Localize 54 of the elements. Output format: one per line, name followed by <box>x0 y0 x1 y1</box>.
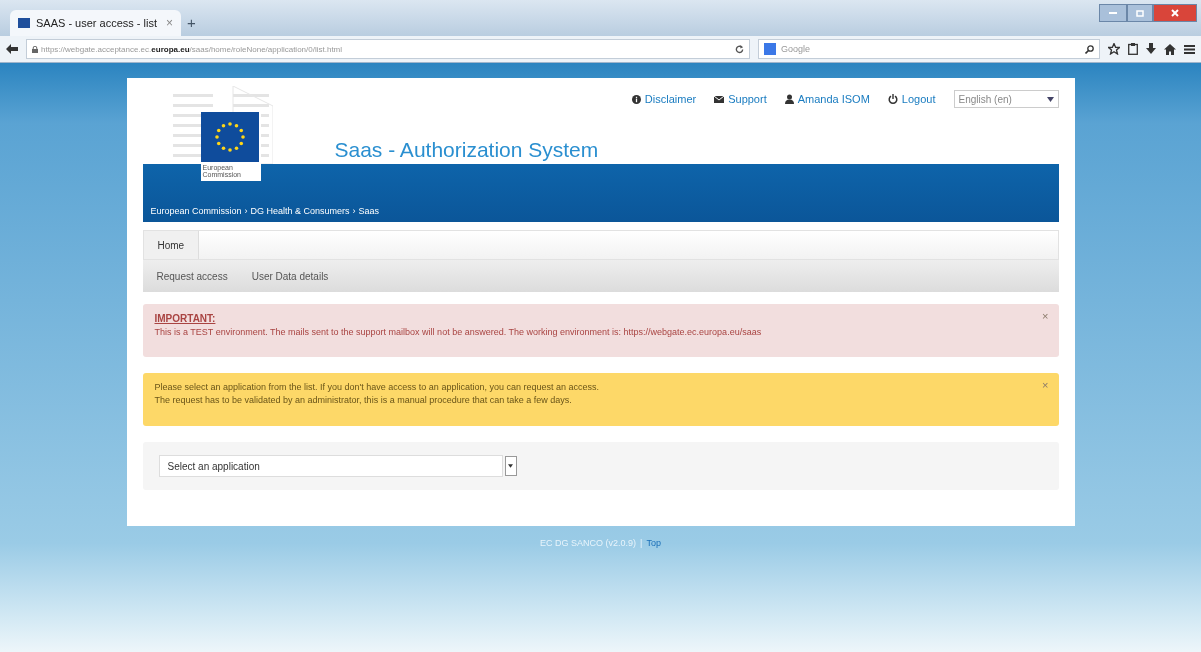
tab-title: SAAS - user access - list <box>36 17 158 29</box>
download-icon[interactable] <box>1146 43 1156 55</box>
breadcrumb-link[interactable]: Saas <box>358 206 380 216</box>
close-tab-button[interactable]: × <box>166 16 173 30</box>
close-window-button[interactable] <box>1153 4 1197 22</box>
clipboard-icon[interactable] <box>1128 43 1138 55</box>
header-link[interactable]: Support <box>714 93 767 105</box>
user-icon <box>784 94 794 104</box>
alert-text: The request has to be validated by an administrator, this is a manual procedure that can take a few days. <box>154 395 572 405</box>
caret-icon <box>1046 96 1054 102</box>
maximize-icon <box>1136 9 1144 17</box>
site-title: Saas - Authorization System <box>334 138 599 162</box>
address-bar[interactable]: https://webgate.acceptance.ec.europa.eu/saas/home/roleNone/application/0/list.html <box>26 39 750 59</box>
top-link[interactable]: Top <box>646 538 661 548</box>
header-link[interactable]: Disclaimer <box>631 93 697 105</box>
breadcrumb-link[interactable]: DG Health & Consumers <box>250 206 350 216</box>
lock-icon <box>32 45 38 53</box>
alert-title: IMPORTANT: <box>154 313 216 324</box>
power-icon <box>887 94 898 104</box>
footer-separator: | <box>640 538 643 548</box>
footer-version: EC DG SANCO (v2.0.9) <box>540 538 637 548</box>
browser-tab[interactable]: SAAS - user access - list × <box>10 10 181 36</box>
flag-icon <box>18 18 30 28</box>
caret-icon <box>508 464 513 468</box>
application-select[interactable]: Select an application <box>158 455 503 477</box>
alert-text: Please select an application from the list. If you don't have access to an application, you can request an access. <box>154 382 599 392</box>
sub-navigation-link[interactable]: Request access <box>156 270 228 282</box>
new-tab-button[interactable]: + <box>187 14 196 31</box>
maximize-button[interactable] <box>1127 4 1153 22</box>
breadcrumb-separator: › <box>244 206 248 216</box>
envelope-icon <box>714 95 725 103</box>
dropdown-button[interactable] <box>504 456 517 476</box>
close-icon <box>1171 9 1179 17</box>
reload-icon[interactable] <box>735 44 744 54</box>
header-link[interactable]: Amanda ISOM <box>784 93 870 105</box>
close-button[interactable]: × <box>1042 379 1049 391</box>
search-engine-icon <box>764 43 776 55</box>
star-icon[interactable] <box>1108 43 1120 55</box>
menu-icon[interactable] <box>1184 44 1195 54</box>
home-icon[interactable] <box>1164 43 1176 55</box>
close-button[interactable]: × <box>1042 310 1049 322</box>
header-link[interactable]: Logout <box>887 93 936 105</box>
breadcrumb-separator: › <box>352 206 356 216</box>
language-select[interactable]: English (en) <box>953 90 1059 108</box>
search-icon[interactable] <box>1085 44 1094 54</box>
minimize-button[interactable] <box>1099 4 1127 22</box>
search-field[interactable]: Google <box>758 39 1100 59</box>
sub-navigation-link[interactable]: User Data details <box>251 270 329 282</box>
info-icon <box>631 94 641 104</box>
back-icon[interactable] <box>6 44 18 54</box>
minimize-icon <box>1109 12 1117 14</box>
breadcrumb-link[interactable]: European Commission <box>150 206 242 216</box>
alert-text: This is a TEST environment. The mails sent to the support mailbox will not be answered. The working environment is: https://webgate.ec.europa.eu/saas <box>154 327 762 337</box>
nav-tab[interactable]: Home <box>143 231 200 259</box>
